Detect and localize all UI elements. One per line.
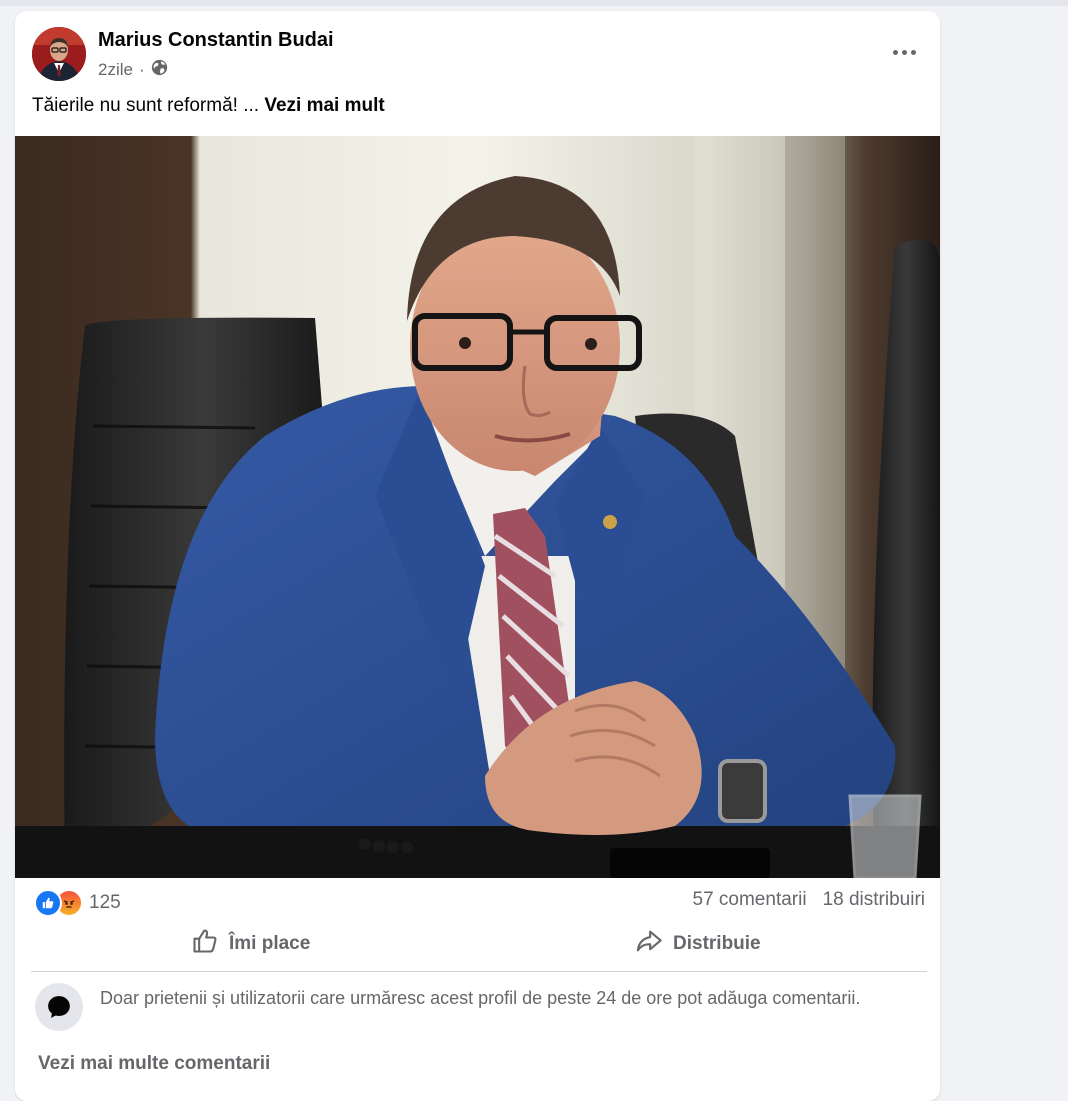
post-actions: Îmi place Distribuie [31,925,927,972]
post-body: Tăierile nu sunt reformă! ... [32,95,260,116]
globe-icon [151,59,168,81]
more-dot [910,49,916,55]
like-button-label: Îmi place [229,933,311,954]
engagement-counts: 57 comentarii 18 distribuiri [693,889,926,911]
reactions-summary[interactable]: 125 [34,889,121,917]
share-button[interactable]: Distribuie [635,925,761,963]
like-button[interactable]: Îmi place [191,925,310,963]
post-header: Marius Constantin Budai 2zile · [15,11,940,91]
post-photo[interactable] [15,136,940,878]
comment-restriction-text: Doar prietenii și utilizatorii care urmă… [100,988,861,1008]
author-avatar[interactable] [32,27,86,81]
share-button-label: Distribuie [673,933,761,954]
shares-count-link[interactable]: 18 distribuiri [823,889,925,911]
like-reaction-icon [34,889,62,917]
post-stats: 125 57 comentarii 18 distribuiri [15,889,940,917]
view-more-comments-link[interactable]: Vezi mai multe comentarii [38,1053,270,1075]
top-bar-edge [0,0,1068,6]
reaction-count: 125 [89,892,121,913]
comments-count-link[interactable]: 57 comentarii [693,889,807,911]
see-more-link[interactable]: Vezi mai mult [264,95,384,116]
post-time[interactable]: 2zile [98,60,133,80]
more-dot [901,49,907,55]
more-dot [892,49,898,55]
thumbs-up-icon [191,927,219,961]
post-meta: 2zile · [98,59,168,81]
share-arrow-icon [635,927,663,961]
post-card: Marius Constantin Budai 2zile · Tăierile… [15,11,940,1101]
author-name[interactable]: Marius Constantin Budai [98,29,334,52]
comment-bubble-icon [35,983,83,1031]
meta-separator: · [138,60,145,79]
more-options-button[interactable] [886,37,922,67]
post-text: Tăierile nu sunt reformă! ... Vezi mai m… [32,95,385,117]
